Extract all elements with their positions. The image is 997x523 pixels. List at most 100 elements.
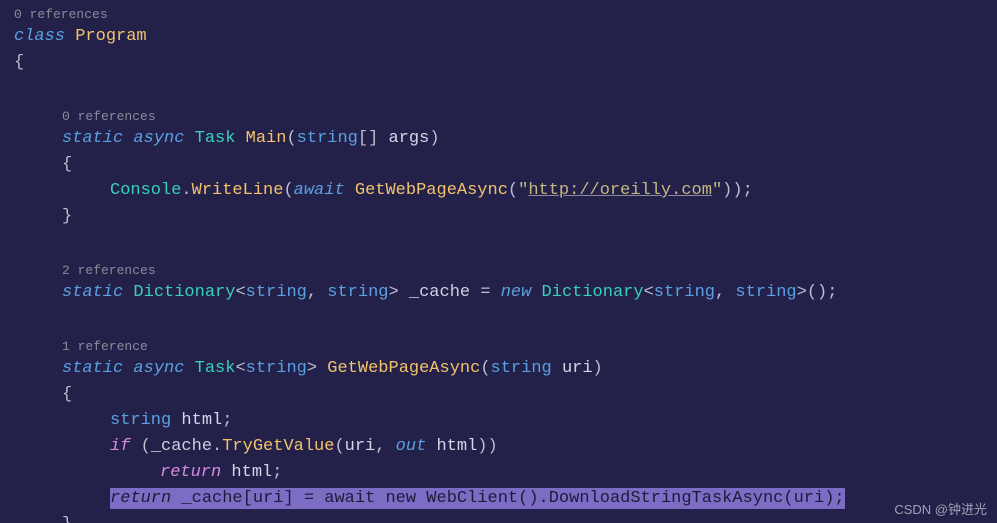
- paren-open: (: [334, 437, 344, 456]
- method-writeline: WriteLine: [192, 181, 284, 200]
- keyword-string: string: [735, 283, 796, 302]
- angle-open: <: [644, 283, 654, 302]
- codelens-class[interactable]: 0 references: [12, 6, 997, 24]
- keyword-return: return: [110, 489, 171, 508]
- code-line: }: [12, 204, 997, 230]
- code-line: {: [12, 382, 997, 408]
- semicolon: ;: [834, 489, 844, 508]
- paren-close: ): [593, 359, 603, 378]
- type-webclient: WebClient: [426, 489, 518, 508]
- method-trygetvalue: TryGetValue: [222, 437, 334, 456]
- brace-close: }: [62, 207, 72, 226]
- equals: =: [470, 283, 501, 302]
- bracket-close: ]: [283, 489, 293, 508]
- string-quote: ": [518, 181, 528, 200]
- string-url: http://oreilly.com: [528, 181, 712, 200]
- keyword-static: static: [62, 129, 123, 148]
- semicolon: ;: [743, 181, 753, 200]
- keyword-await: await: [294, 181, 345, 200]
- codelens-cache[interactable]: 2 references: [12, 262, 997, 280]
- codelens-getweb[interactable]: 1 reference: [12, 338, 997, 356]
- paren-close: ): [732, 181, 742, 200]
- paren-close: ): [477, 437, 487, 456]
- field-cache: _cache: [151, 437, 212, 456]
- field-cache: _cache: [409, 283, 470, 302]
- code-line: return html;: [12, 460, 997, 486]
- field-cache: _cache: [181, 489, 242, 508]
- type-dictionary: Dictionary: [542, 283, 644, 302]
- keyword-if: if: [110, 437, 130, 456]
- keyword-string: string: [327, 283, 388, 302]
- paren-open: (: [283, 181, 293, 200]
- param-args: args: [389, 129, 430, 148]
- type-task: Task: [195, 129, 236, 148]
- semicolon: ;: [827, 283, 837, 302]
- angle-close: >: [797, 283, 807, 302]
- brace-open: {: [14, 53, 24, 72]
- equals: =: [294, 489, 325, 508]
- paren-open: (: [508, 181, 518, 200]
- comma: ,: [375, 437, 395, 456]
- local-html: html: [181, 411, 222, 430]
- paren-open: (: [141, 437, 151, 456]
- semicolon: ;: [222, 411, 232, 430]
- codelens-main[interactable]: 0 references: [12, 108, 997, 126]
- blank-line: [12, 76, 997, 102]
- code-line: static async Task Main(string[] args): [12, 126, 997, 152]
- paren-open: (: [783, 489, 793, 508]
- method-getwebpageasync: GetWebPageAsync: [355, 181, 508, 200]
- brace-open: {: [62, 385, 72, 404]
- code-line: string html;: [12, 408, 997, 434]
- keyword-out: out: [396, 437, 427, 456]
- blank-line: [12, 230, 997, 256]
- paren-close: ): [488, 437, 498, 456]
- blank-line: [12, 306, 997, 332]
- keyword-static: static: [62, 359, 123, 378]
- brace-close: }: [62, 515, 72, 523]
- code-line: {: [12, 152, 997, 178]
- code-line-highlighted: return _cache[ uri] = await new WebClient…: [12, 486, 997, 512]
- angle-open: <: [235, 359, 245, 378]
- dot: .: [212, 437, 222, 456]
- parens: (): [518, 489, 538, 508]
- comma: ,: [307, 283, 327, 302]
- method-main: Main: [246, 129, 287, 148]
- angle-close: >: [307, 359, 317, 378]
- keyword-string: string: [246, 359, 307, 378]
- paren-open: (: [480, 359, 490, 378]
- paren-close: ): [722, 181, 732, 200]
- paren-open: (: [286, 129, 296, 148]
- type-console: Console: [110, 181, 181, 200]
- code-line: Console.WriteLine(await GetWebPageAsync(…: [12, 178, 997, 204]
- parens: (): [807, 283, 827, 302]
- angle-close: >: [389, 283, 399, 302]
- string-quote: ": [712, 181, 722, 200]
- code-line: {: [12, 50, 997, 76]
- array-brackets: []: [358, 129, 378, 148]
- code-line: static Dictionary<string, string> _cache…: [12, 280, 997, 306]
- brace-open: {: [62, 155, 72, 174]
- dot: .: [539, 489, 549, 508]
- type-task: Task: [195, 359, 236, 378]
- code-line: }: [12, 512, 997, 523]
- keyword-async: async: [133, 359, 184, 378]
- keyword-await: await: [324, 489, 375, 508]
- code-editor[interactable]: 0 references class Program { 0 reference…: [0, 6, 997, 523]
- code-line: if (_cache.TryGetValue(uri, out html)): [12, 434, 997, 460]
- keyword-async: async: [133, 129, 184, 148]
- semicolon: ;: [272, 463, 282, 482]
- method-downloadstringtaskasync: DownloadStringTaskAsync: [549, 489, 784, 508]
- paren-close: ): [429, 129, 439, 148]
- keyword-class: class: [14, 27, 65, 46]
- dot: .: [181, 181, 191, 200]
- keyword-string: string: [246, 283, 307, 302]
- selection-highlight: return _cache[ uri] = await new WebClient…: [110, 488, 845, 509]
- bracket-open: [: [243, 489, 253, 508]
- local-html: html: [436, 437, 477, 456]
- param-uri: uri: [794, 489, 825, 508]
- keyword-string: string: [110, 411, 171, 430]
- keyword-new: new: [385, 489, 416, 508]
- code-line: class Program: [12, 24, 997, 50]
- paren-close: ): [824, 489, 834, 508]
- keyword-static: static: [62, 283, 123, 302]
